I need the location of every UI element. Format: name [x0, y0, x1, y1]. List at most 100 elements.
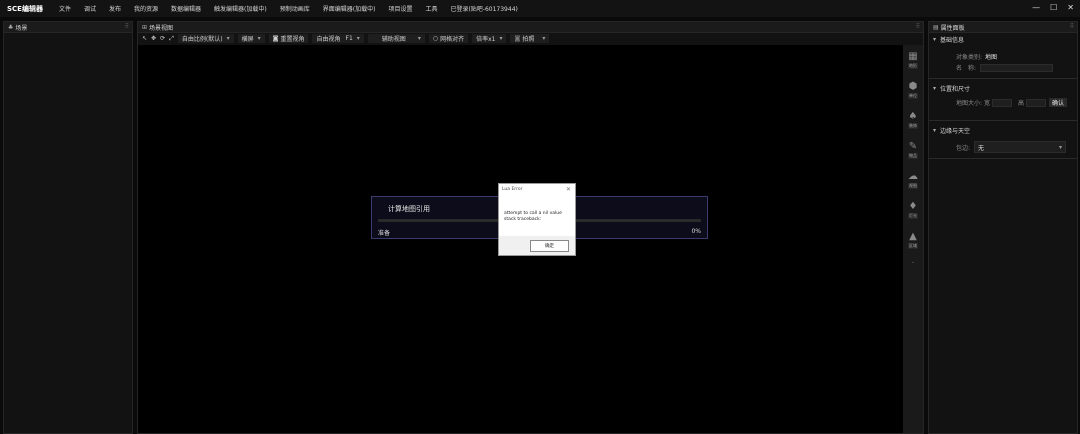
- view-key: F1: [345, 35, 353, 42]
- edge-value: 无: [978, 144, 985, 152]
- close-icon[interactable]: ✕: [566, 186, 571, 193]
- app-title: SCE编辑器: [7, 4, 43, 13]
- panel-menu-icon[interactable]: ⠿: [916, 23, 920, 30]
- object-type-label: 对象类别:: [956, 54, 983, 61]
- menu-prefab-anim[interactable]: 预制动画库: [280, 4, 310, 13]
- maximize-button[interactable]: ☐: [1050, 3, 1057, 12]
- section-size-header[interactable]: ▾ 位置和尺寸: [929, 82, 1077, 94]
- error-dialog: Lua Error ✕ attempt to call a nil value …: [498, 183, 576, 256]
- more-tools-icon[interactable]: ⌄: [903, 259, 923, 265]
- minimize-button[interactable]: —: [1032, 3, 1040, 12]
- section-edge-sky: ▾ 边缘与天空 包边: 无 ▾: [929, 124, 1077, 159]
- reset-view-label: 重置视角: [280, 36, 305, 43]
- chevron-down-icon: ▾: [933, 126, 937, 134]
- tool-decor-label: 装饰: [908, 123, 918, 129]
- scene-tree-icon: ♣: [8, 23, 14, 31]
- login-status[interactable]: 已登录(贴吧-60173944): [450, 4, 517, 13]
- menu-bar: SCE编辑器 文件 调试 发布 我的资源 数据编辑器 触发编辑器(加载中) 预制…: [0, 0, 1080, 17]
- section-edge-title: 边缘与天空: [940, 127, 971, 135]
- progress-percent: 0%: [691, 228, 701, 235]
- scene-toolbar: ↖ ✥ ⟳ ⤢ 自由比例(默认) ▾ 横屏 ▾ ◙ 重置视角 自由视角 F1 ▾ 辅助视图…: [138, 33, 923, 44]
- chevron-down-icon: ▾: [417, 35, 421, 42]
- tool-item[interactable]: ✎ 物品: [903, 135, 923, 165]
- chevron-down-icon: ▾: [499, 35, 503, 42]
- error-dialog-title: Lua Error: [502, 187, 523, 192]
- name-label: 名 称:: [956, 65, 977, 72]
- speed-label: 倍率x1: [476, 36, 496, 43]
- rotate-tool-icon[interactable]: ⟳: [160, 35, 165, 42]
- menu-tools[interactable]: 工具: [425, 4, 437, 13]
- tool-strip: ▦ 地形 ⬢ 单位 ♠ 装饰 ✎ 物品 ☁ 视图 ♦ 灯光 ▲ 区域 ⌄: [903, 45, 923, 433]
- section-basic-header[interactable]: ▾ 基础信息: [929, 33, 1077, 45]
- ok-button[interactable]: 确定: [530, 240, 569, 252]
- menu-debug[interactable]: 调试: [84, 4, 96, 13]
- menu-data-editor[interactable]: 数据编辑器: [171, 4, 201, 13]
- scale-tool-icon[interactable]: ⤢: [169, 35, 174, 43]
- tree-icon: ♠: [908, 111, 918, 122]
- width-input[interactable]: [992, 98, 1013, 107]
- capture-label: 拍照: [522, 36, 535, 43]
- grid-circle-icon: ○: [432, 35, 439, 42]
- menu-project-settings[interactable]: 项目设置: [388, 4, 412, 13]
- menu-publish[interactable]: 发布: [109, 4, 121, 13]
- height-input[interactable]: [1026, 98, 1047, 107]
- speed-dropdown[interactable]: 倍率x1 ▾: [472, 34, 507, 43]
- aux-view-label: 辅助视图: [381, 36, 406, 43]
- menu-my-assets[interactable]: 我的资源: [134, 4, 158, 13]
- menu-ui-editor[interactable]: 界面编辑器(加载中): [323, 4, 376, 13]
- tool-view[interactable]: ☁ 视图: [903, 165, 923, 195]
- error-message: attempt to call a nil value stack traceb…: [504, 211, 562, 223]
- aux-view-dropdown[interactable]: 辅助视图 ▾: [367, 34, 425, 43]
- tool-terrain-label: 地形: [908, 63, 918, 69]
- panel-menu-icon[interactable]: ⠿: [1070, 23, 1074, 30]
- edge-label: 包边:: [956, 144, 971, 152]
- menu-file[interactable]: 文件: [59, 4, 71, 13]
- chevron-down-icon: ▾: [257, 35, 261, 42]
- tool-region-label: 区域: [908, 243, 918, 249]
- error-dialog-footer: 确定: [499, 236, 575, 255]
- section-position-size: ▾ 位置和尺寸 地图大小: 宽 高 确认: [929, 82, 1077, 121]
- tool-unit[interactable]: ⬢ 单位: [903, 75, 923, 105]
- reset-view-button[interactable]: ◙ 重置视角: [268, 34, 309, 43]
- view-icon: ⊞: [142, 23, 148, 31]
- width-label: 宽: [984, 100, 991, 107]
- chevron-down-icon: ▾: [1059, 143, 1063, 151]
- edge-dropdown[interactable]: 无 ▾: [974, 141, 1067, 153]
- properties-title: 属性面板: [940, 24, 965, 32]
- panel-menu-icon[interactable]: ⠿: [125, 23, 129, 30]
- camera-icon: ◙: [272, 35, 279, 42]
- orientation-dropdown[interactable]: 横屏 ▾: [237, 34, 265, 43]
- menu-trigger-editor[interactable]: 触发编辑器(加载中): [214, 4, 267, 13]
- move-tool-icon[interactable]: ✥: [151, 35, 156, 42]
- confirm-size-button[interactable]: 确认: [1049, 98, 1068, 107]
- ratio-dropdown[interactable]: 自由比例(默认) ▾: [177, 34, 234, 43]
- tool-light-label: 灯光: [908, 213, 918, 219]
- close-button[interactable]: ✕: [1067, 3, 1074, 12]
- tool-light[interactable]: ♦ 灯光: [903, 195, 923, 225]
- progress-status: 准备: [378, 230, 391, 237]
- item-icon: ✎: [908, 141, 918, 152]
- window-controls: — ☐ ✕: [1032, 3, 1074, 12]
- view-dropdown[interactable]: 自由视角 F1 ▾: [312, 34, 364, 43]
- select-tool-icon[interactable]: ↖: [142, 35, 147, 42]
- chevron-down-icon: ▾: [356, 35, 360, 42]
- tool-region[interactable]: ▲ 区域: [903, 225, 923, 255]
- scene-view-title: 场景视图: [149, 24, 174, 32]
- map-size-label: 地图大小:: [956, 100, 983, 107]
- tool-unit-label: 单位: [908, 93, 918, 99]
- tool-terrain[interactable]: ▦ 地形: [903, 45, 923, 75]
- error-line-2: stack traceback:: [504, 217, 542, 222]
- height-label: 高: [1018, 100, 1025, 107]
- chevron-down-icon: ▾: [933, 35, 937, 43]
- section-edge-header[interactable]: ▾ 边缘与天空: [929, 124, 1077, 136]
- grid-snap-toggle[interactable]: ○ 网格对齐: [428, 34, 469, 43]
- scene-panel-header: ♣ 场景 ⠿: [4, 22, 132, 33]
- tool-decor[interactable]: ♠ 装饰: [903, 105, 923, 135]
- scene-panel-title: 场景: [15, 24, 28, 32]
- capture-dropdown[interactable]: ◙ 拍照 ▾: [510, 34, 550, 43]
- section-basic-title: 基础信息: [940, 36, 965, 44]
- view-label: 自由视角: [316, 36, 341, 43]
- row-edge: 包边: 无 ▾: [956, 141, 1067, 153]
- properties-panel: ▤ 属性面板 ⠿ ▾ 基础信息 对象类别: 地图 名 称: ▾ 位置和尺寸 地图大小…: [928, 21, 1078, 434]
- name-input[interactable]: [980, 63, 1054, 72]
